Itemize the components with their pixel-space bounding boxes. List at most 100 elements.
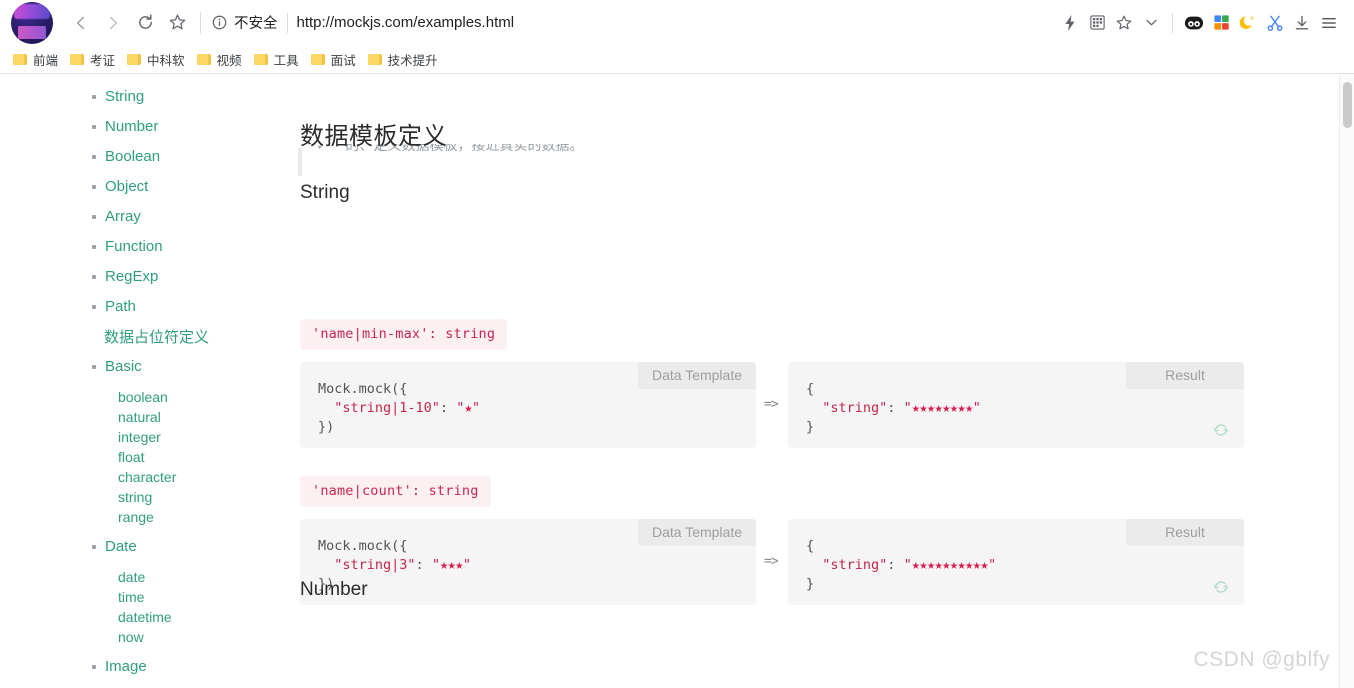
- security-status-label: 不安全: [234, 16, 278, 32]
- data-template-code-1: Mock.mock({ "string|1-10": "★" }): [300, 362, 756, 437]
- bullet-icon: [92, 185, 96, 189]
- page-title: 数据模板定义: [300, 122, 447, 150]
- sidebar-subitem-natural[interactable]: natural: [105, 407, 285, 427]
- bookmark-item[interactable]: 考证: [66, 47, 123, 72]
- sidebar-section-placeholder-definition[interactable]: 数据占位符定义: [104, 322, 285, 352]
- lightning-icon[interactable]: [1057, 8, 1083, 38]
- address-bar[interactable]: 不安全 http://mockjs.com/examples.html: [211, 8, 1057, 38]
- bullet-icon: [92, 245, 96, 249]
- sidebar-subitem-integer[interactable]: integer: [105, 427, 285, 447]
- bookmark-item[interactable]: 视频: [193, 47, 250, 72]
- forward-button[interactable]: [98, 8, 128, 38]
- site-info-icon[interactable]: [211, 14, 228, 31]
- signature-string-count: 'name|count': string: [300, 476, 491, 507]
- sidebar-subitem-character[interactable]: character: [105, 467, 285, 487]
- bullet-icon: [92, 545, 96, 549]
- sidebar-item-date[interactable]: Date: [92, 532, 285, 562]
- bookmark-item[interactable]: 面试: [307, 47, 364, 72]
- sidebar-subitem-date[interactable]: date: [105, 567, 285, 587]
- extensions-divider: [1172, 12, 1173, 33]
- code-line: Mock.mock({: [318, 538, 408, 554]
- sidebar-item-basic[interactable]: Basic: [92, 352, 285, 382]
- bookmark-item[interactable]: 工具: [250, 47, 307, 72]
- sidebar-item-label: Basic: [105, 358, 142, 375]
- bookmark-item[interactable]: 前端: [9, 47, 66, 72]
- bookmark-item[interactable]: 技术提升: [364, 47, 446, 72]
- code-star-value: ★: [464, 400, 472, 416]
- bullet-icon: [92, 275, 96, 279]
- page-scrollbar[interactable]: [1339, 74, 1354, 688]
- bullet-icon: [92, 155, 96, 159]
- sidebar-item-boolean[interactable]: Boolean: [92, 142, 285, 172]
- reload-icon: [138, 14, 152, 29]
- sidebar-item-image[interactable]: Image: [92, 652, 285, 682]
- watermark: CSDN @gblfy: [1193, 648, 1330, 671]
- star-icon[interactable]: [1111, 8, 1137, 38]
- sidebar-subitem-boolean[interactable]: boolean: [105, 387, 285, 407]
- sidebar-item-array[interactable]: Array: [92, 202, 285, 232]
- back-arrow-icon: [76, 16, 85, 29]
- folder-icon: [70, 53, 85, 66]
- sidebar-item-number[interactable]: Number: [92, 112, 285, 142]
- bookmark-item[interactable]: 中科软: [123, 47, 193, 72]
- data-template-panel-1: Data Template Mock.mock({ "string|1-10":…: [300, 362, 756, 448]
- code-line: Mock.mock({: [318, 381, 408, 397]
- code-colon: :: [887, 557, 904, 573]
- scissors-extension-icon[interactable]: [1262, 8, 1288, 38]
- bookmark-label: 技术提升: [387, 52, 438, 68]
- sidebar-subitem-datetime[interactable]: datetime: [105, 607, 285, 627]
- chevron-down-icon[interactable]: [1138, 8, 1164, 38]
- sidebar-subitem-time[interactable]: time: [105, 587, 285, 607]
- bookmark-label: 视频: [216, 52, 242, 68]
- sidebar-subitem-range[interactable]: range: [105, 507, 285, 527]
- sidebar-subitem-now[interactable]: now: [105, 627, 285, 647]
- colored-squares-extension-icon[interactable]: [1208, 8, 1234, 38]
- sidebar-subitem-string[interactable]: string: [105, 487, 285, 507]
- code-quote-open: ": [903, 400, 912, 416]
- reload-button[interactable]: [130, 8, 160, 38]
- page-scrollbar-thumb[interactable]: [1343, 82, 1352, 128]
- sidebar-item-path[interactable]: Path: [92, 292, 285, 322]
- code-colon: :: [415, 557, 432, 573]
- panda-extension-icon[interactable]: [1181, 8, 1207, 38]
- arrow-1: =>: [764, 397, 779, 412]
- result-panel-2: Result { "string": "★★★★★★★★★★" }: [788, 519, 1244, 605]
- sidebar-item-label: Image: [105, 658, 147, 675]
- sidebar-item-label: Function: [105, 238, 163, 255]
- sidebar-item-function[interactable]: Function: [92, 232, 285, 262]
- browser-toolbar: 不安全 http://mockjs.com/examples.html: [0, 0, 1354, 45]
- moon-extension-icon[interactable]: [1235, 8, 1261, 38]
- code-line: }): [318, 576, 335, 592]
- site-logo-wrap: [0, 0, 64, 45]
- bookmark-star-button[interactable]: [162, 8, 192, 38]
- data-template-panel-2: Data Template Mock.mock({ "string|3": "★…: [300, 519, 756, 605]
- folder-icon: [253, 53, 268, 66]
- forward-arrow-icon: [109, 16, 118, 29]
- folder-icon: [310, 53, 325, 66]
- grid-icon[interactable]: [1084, 8, 1110, 38]
- sidebar-item-label: String: [105, 88, 145, 105]
- sidebar-subitem-float[interactable]: float: [105, 447, 285, 467]
- sidebar-item-object[interactable]: Object: [92, 172, 285, 202]
- bookmark-label: 前端: [33, 52, 59, 68]
- sidebar-item-label: RegExp: [105, 268, 159, 285]
- main-content: 数据模板定义 String 'name|min-max': string Dat…: [300, 74, 1330, 688]
- code-quote-close: ": [471, 400, 481, 416]
- sidebar-item-string[interactable]: String: [92, 82, 285, 112]
- back-button[interactable]: [66, 8, 96, 38]
- code-star-value: ★★★★★★★★: [911, 400, 974, 416]
- code-line: }: [806, 576, 815, 592]
- folder-icon: [127, 53, 142, 66]
- result-code-1: { "string": "★★★★★★★★" }: [788, 362, 1244, 437]
- star-outline-icon: [169, 14, 185, 30]
- code-quote-close: ": [972, 400, 981, 416]
- browser-chrome: 不安全 http://mockjs.com/examples.html 前端 考…: [0, 0, 1354, 74]
- code-key: "string": [822, 557, 888, 573]
- code-colon: :: [439, 400, 457, 416]
- download-icon[interactable]: [1289, 8, 1315, 38]
- bullet-icon: [92, 95, 96, 99]
- code-line: {: [806, 538, 815, 554]
- sidebar-item-regexp[interactable]: RegExp: [92, 262, 285, 292]
- menu-icon[interactable]: [1316, 8, 1342, 38]
- arrow-2: =>: [764, 554, 779, 569]
